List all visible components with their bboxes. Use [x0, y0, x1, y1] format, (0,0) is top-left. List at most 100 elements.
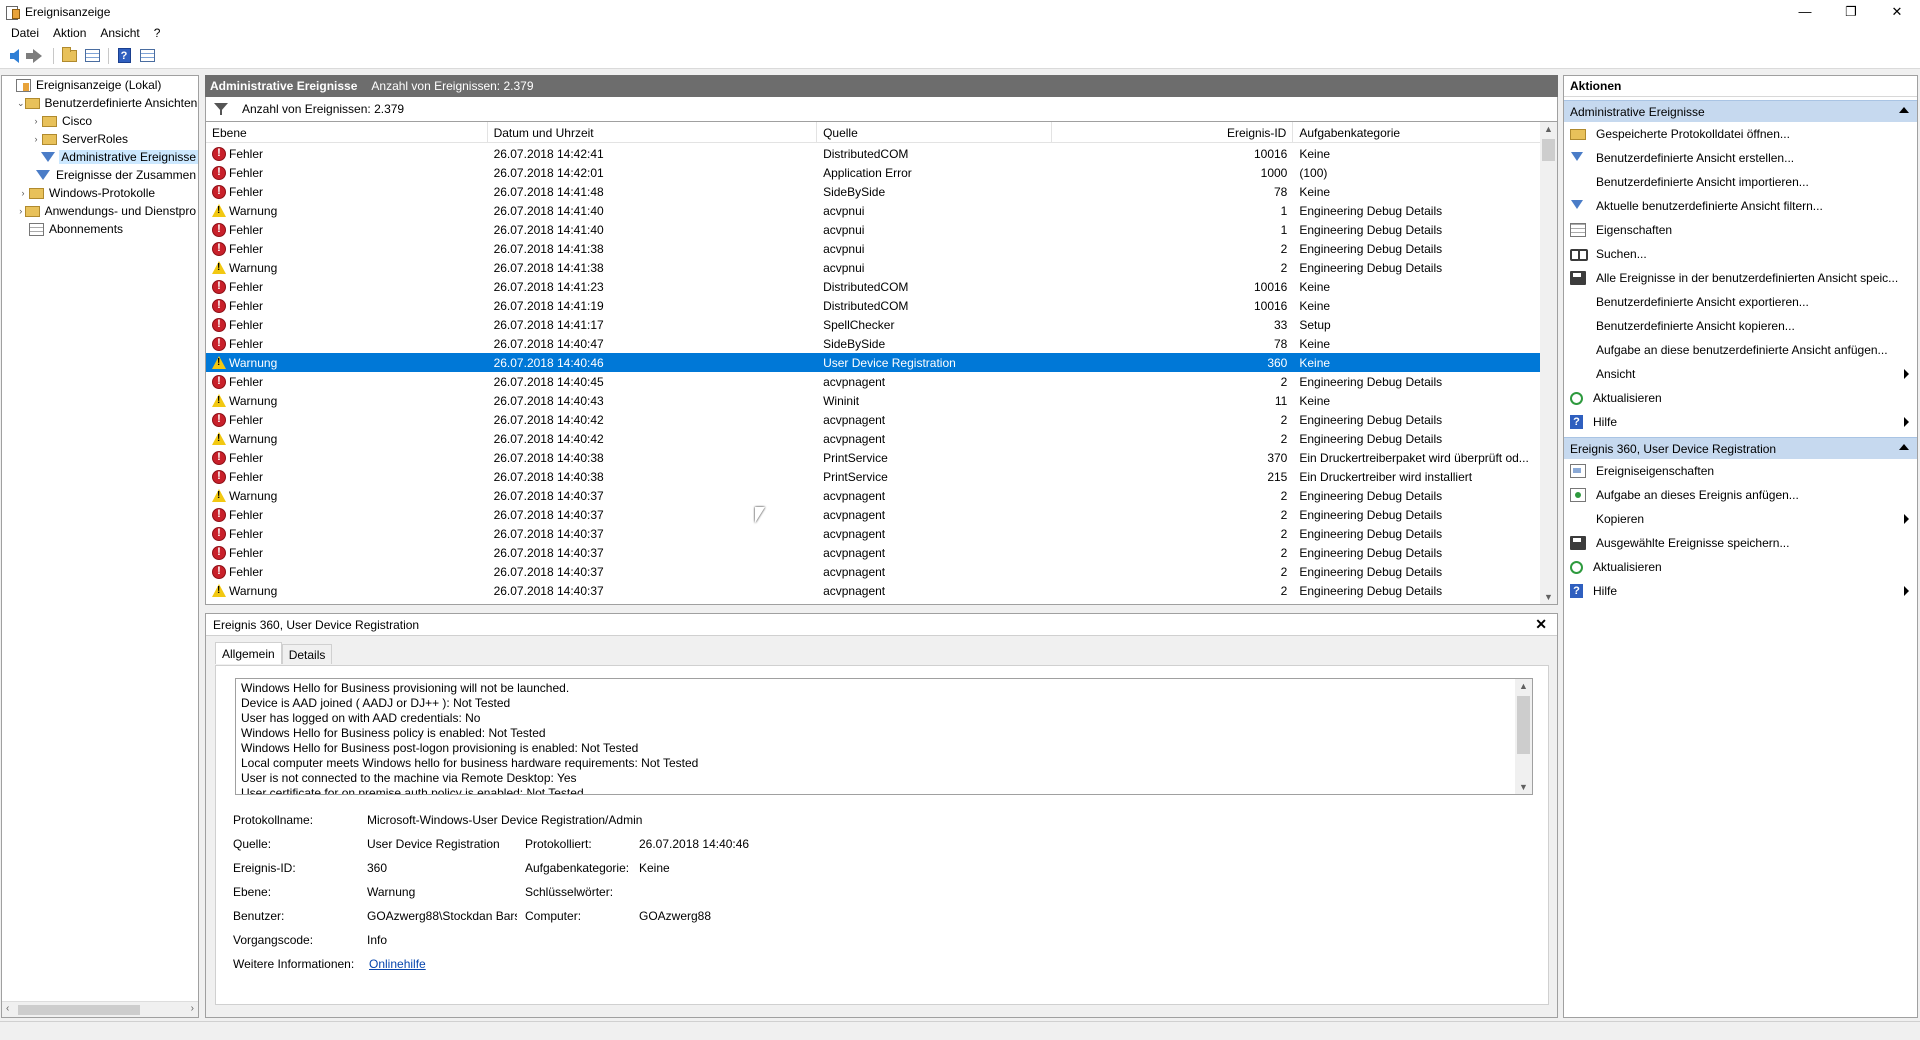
- action-ereigniseigenschaften[interactable]: Ereigniseigenschaften: [1564, 459, 1917, 483]
- action-aktualisieren[interactable]: Aktualisieren: [1564, 555, 1917, 579]
- table-row[interactable]: Fehler 26.07.2018 14:40:37 acvpnagent 2 Engi…: [206, 562, 1540, 581]
- back-button[interactable]: [3, 46, 25, 66]
- table-row[interactable]: Warnung 26.07.2018 14:40:43 Wininit 11 Keine: [206, 391, 1540, 410]
- tree-item-ereignisanzeige-lokal-[interactable]: Ereignisanzeige (Lokal): [2, 76, 198, 94]
- minimize-button[interactable]: —: [1782, 0, 1828, 23]
- expand-chevron-icon[interactable]: ⌄: [17, 98, 25, 109]
- refresh-icon: [1570, 391, 1583, 405]
- column-datum[interactable]: Datum und Uhrzeit: [488, 122, 818, 143]
- action-benutzerdefinierte-ansicht-importieren[interactable]: Benutzerdefinierte Ansicht importieren..…: [1564, 170, 1917, 194]
- table-row[interactable]: Fehler 26.07.2018 14:42:01 Application Err…: [206, 163, 1540, 182]
- close-button[interactable]: ✕: [1874, 0, 1920, 23]
- menu-aktion[interactable]: Aktion: [46, 26, 93, 40]
- table-row[interactable]: Fehler 26.07.2018 14:40:42 acvpnagent 2 Engi…: [206, 410, 1540, 429]
- tree-item-label: Abonnements: [49, 222, 124, 236]
- column-ereignis-id[interactable]: Ereignis-ID: [1052, 122, 1294, 143]
- tree-item-ereignisse-der-zusammen[interactable]: Ereignisse der Zusammen: [2, 166, 198, 184]
- action-benutzerdefinierte-ansicht-kopieren[interactable]: Benutzerdefinierte Ansicht kopieren...: [1564, 314, 1917, 338]
- menu-datei[interactable]: Datei: [4, 26, 46, 40]
- scroll-left-icon[interactable]: ‹: [6, 1003, 9, 1014]
- collapse-caret-icon[interactable]: [1899, 444, 1909, 450]
- tree-item-benutzerdefinierte-ansichten[interactable]: ⌄ Benutzerdefinierte Ansichten: [2, 94, 198, 112]
- expand-chevron-icon[interactable]: ›: [17, 206, 25, 216]
- menu-help[interactable]: ?: [147, 26, 168, 40]
- action-suchen[interactable]: Suchen...: [1564, 242, 1917, 266]
- expand-chevron-icon[interactable]: ›: [30, 116, 42, 126]
- collapse-caret-icon[interactable]: [1899, 107, 1909, 113]
- menu-ansicht[interactable]: Ansicht: [93, 26, 146, 40]
- action-gespeicherte-protokolldatei-öffnen[interactable]: Gespeicherte Protokolldatei öffnen...: [1564, 122, 1917, 146]
- tree-item-anwendungs-und-dienstpro[interactable]: › Anwendungs- und Dienstpro: [2, 202, 198, 220]
- table-row[interactable]: Warnung 26.07.2018 14:40:42 acvpnagent 2 Eng…: [206, 429, 1540, 448]
- up-folder-button[interactable]: [58, 46, 80, 66]
- expand-chevron-icon[interactable]: ›: [30, 134, 42, 144]
- action-eigenschaften[interactable]: Eigenschaften: [1564, 218, 1917, 242]
- forward-button[interactable]: [25, 46, 48, 66]
- table-row[interactable]: Fehler 26.07.2018 14:40:38 PrintService 215…: [206, 467, 1540, 486]
- table-row[interactable]: Fehler 26.07.2018 14:41:17 SpellChecker 33 S…: [206, 315, 1540, 334]
- action-hilfe[interactable]: ? Hilfe: [1564, 410, 1917, 434]
- column-ebene[interactable]: Ebene: [206, 122, 488, 143]
- table-row[interactable]: Fehler 26.07.2018 14:40:37 acvpnagent 2 Engi…: [206, 543, 1540, 562]
- table-row[interactable]: Warnung 26.07.2018 14:40:37 acvpnagent 2 Eng…: [206, 581, 1540, 600]
- tab-allgemein[interactable]: Allgemein: [215, 642, 282, 664]
- action-kopieren[interactable]: Kopieren: [1564, 507, 1917, 531]
- table-row[interactable]: Fehler 26.07.2018 14:41:38 acvpnui 2 Enginee…: [206, 239, 1540, 258]
- action-aktualisieren[interactable]: Aktualisieren: [1564, 386, 1917, 410]
- scrollbar-thumb[interactable]: [18, 1005, 140, 1015]
- scroll-up-icon[interactable]: ▲: [1544, 124, 1553, 134]
- tree-item-administrative-ereignisse[interactable]: Administrative Ereignisse: [2, 148, 198, 166]
- scroll-down-icon[interactable]: ▼: [1519, 782, 1528, 792]
- tree-item-serverroles[interactable]: › ServerRoles: [2, 130, 198, 148]
- maximize-button[interactable]: ❐: [1828, 0, 1874, 23]
- table-row[interactable]: Warnung 26.07.2018 14:40:37 acvpnagent 2 Eng…: [206, 486, 1540, 505]
- table-row[interactable]: Warnung 26.07.2018 14:41:40 acvpnui 1 Engine…: [206, 201, 1540, 220]
- evprops-icon: [1570, 464, 1586, 478]
- grid-vertical-scrollbar[interactable]: ▲ ▼: [1540, 122, 1557, 604]
- tree-item-abonnements[interactable]: Abonnements: [2, 220, 198, 238]
- scroll-up-icon[interactable]: ▲: [1519, 681, 1528, 691]
- show-hide-tree-button[interactable]: [81, 46, 103, 66]
- scroll-down-icon[interactable]: ▼: [1544, 592, 1553, 602]
- table-row[interactable]: Warnung 26.07.2018 14:40:46 User Device Re…: [206, 353, 1540, 372]
- cell-date: 26.07.2018 14:41:40: [493, 203, 604, 218]
- scroll-right-icon[interactable]: ›: [191, 1003, 194, 1014]
- onlinehilfe-link[interactable]: Onlinehilfe: [369, 957, 426, 971]
- table-row[interactable]: Warnung 26.07.2018 14:41:38 acvpnui 2 Engine…: [206, 258, 1540, 277]
- action-benutzerdefinierte-ansicht-erstellen[interactable]: Benutzerdefinierte Ansicht erstellen...: [1564, 146, 1917, 170]
- scrollbar-thumb[interactable]: [1517, 696, 1530, 754]
- column-quelle[interactable]: Quelle: [817, 122, 1052, 143]
- message-vertical-scrollbar[interactable]: ▲ ▼: [1515, 679, 1532, 794]
- scrollbar-thumb[interactable]: [1542, 139, 1555, 161]
- table-row[interactable]: Fehler 26.07.2018 14:41:23 DistributedCOM 1…: [206, 277, 1540, 296]
- action-hilfe[interactable]: ? Hilfe: [1564, 579, 1917, 603]
- event-message-box[interactable]: Windows Hello for Business provisioning …: [235, 678, 1533, 795]
- table-row[interactable]: Fehler 26.07.2018 14:42:41 DistributedCOM 1…: [206, 144, 1540, 163]
- action-aktuelle-benutzerdefinierte-ansicht-filtern[interactable]: Aktuelle benutzerdefinierte Ansicht filt…: [1564, 194, 1917, 218]
- table-row[interactable]: Fehler 26.07.2018 14:40:38 PrintService 370…: [206, 448, 1540, 467]
- table-row[interactable]: Fehler 26.07.2018 14:41:40 acvpnui 1 Enginee…: [206, 220, 1540, 239]
- show-hide-action-pane-button[interactable]: [136, 46, 158, 66]
- close-detail-icon[interactable]: ✕: [1535, 616, 1547, 633]
- help-button[interactable]: ?: [113, 46, 135, 66]
- table-row[interactable]: Fehler 26.07.2018 14:40:45 acvpnagent 2 Engi…: [206, 372, 1540, 391]
- action-alle-ereignisse-in-der-benutzerdefinierten-ansicht-speic[interactable]: Alle Ereignisse in der benutzerdefiniert…: [1564, 266, 1917, 290]
- actions-section-event[interactable]: Ereignis 360, User Device Registration: [1564, 437, 1917, 459]
- tree-horizontal-scrollbar[interactable]: ‹ ›: [2, 1001, 198, 1017]
- table-row[interactable]: Fehler 26.07.2018 14:40:37 acvpnagent 2 Engi…: [206, 524, 1540, 543]
- action-ausgewählte-ereignisse-speichern[interactable]: Ausgewählte Ereignisse speichern...: [1564, 531, 1917, 555]
- tree-item-windows-protokolle[interactable]: › Windows-Protokolle: [2, 184, 198, 202]
- table-row[interactable]: Fehler 26.07.2018 14:40:47 SideBySide 78 Kei…: [206, 334, 1540, 353]
- expand-chevron-icon[interactable]: ›: [17, 188, 29, 198]
- actions-section-administrative-ereignisse[interactable]: Administrative Ereignisse: [1564, 100, 1917, 122]
- table-row[interactable]: Fehler 26.07.2018 14:41:19 DistributedCOM 1…: [206, 296, 1540, 315]
- action-aufgabe-an-dieses-ereignis-anfügen[interactable]: Aufgabe an dieses Ereignis anfügen...: [1564, 483, 1917, 507]
- column-aufgabenkategorie[interactable]: Aufgabenkategorie: [1293, 122, 1540, 143]
- tab-details[interactable]: Details: [281, 644, 333, 664]
- action-ansicht[interactable]: Ansicht: [1564, 362, 1917, 386]
- tree-item-cisco[interactable]: › Cisco: [2, 112, 198, 130]
- action-benutzerdefinierte-ansicht-exportieren[interactable]: Benutzerdefinierte Ansicht exportieren..…: [1564, 290, 1917, 314]
- table-row[interactable]: Fehler 26.07.2018 14:40:37 acvpnagent 2 Engi…: [206, 505, 1540, 524]
- action-aufgabe-an-diese-benutzerdefinierte-ansicht-anfügen[interactable]: Aufgabe an diese benutzerdefinierte Ansi…: [1564, 338, 1917, 362]
- table-row[interactable]: Fehler 26.07.2018 14:41:48 SideBySide 78 Kei…: [206, 182, 1540, 201]
